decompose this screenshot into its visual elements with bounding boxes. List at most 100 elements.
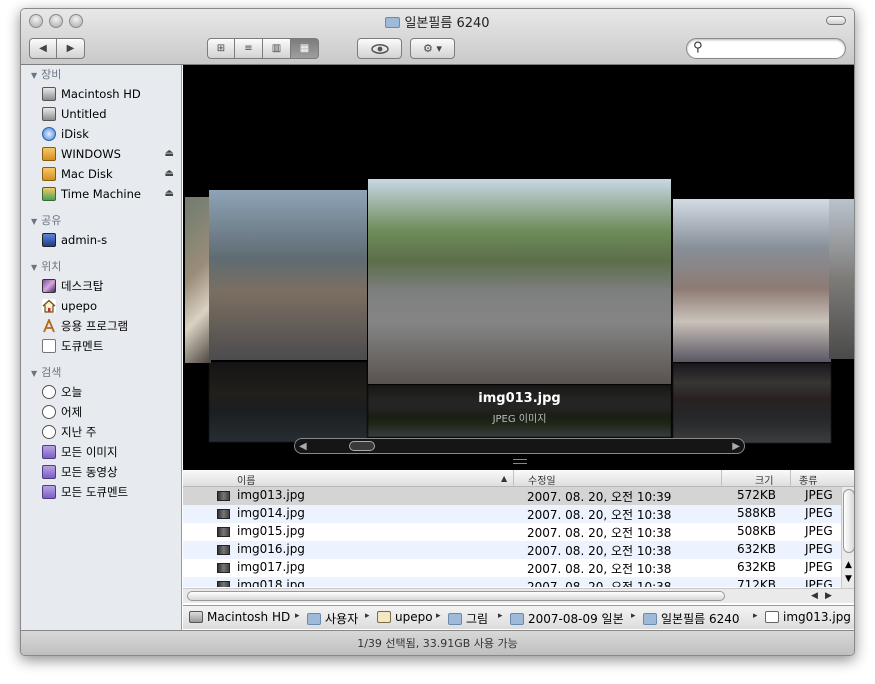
vertical-scrollbar[interactable]: ▲ ▼ <box>841 487 854 600</box>
status-text: 1/39 선택됨, 33.91GB 사용 가능 <box>357 637 518 650</box>
external-drive-icon <box>42 167 56 181</box>
horizontal-scrollbar[interactable]: ◀ ▶ <box>183 588 854 603</box>
disclosure-triangle-icon: ▼ <box>31 217 38 226</box>
sidebar-item-yesterday[interactable]: 어제 <box>21 402 181 422</box>
coverflow-scroll-thumb[interactable] <box>348 441 375 451</box>
folder-icon <box>385 17 401 28</box>
path-item-home[interactable]: upepo <box>377 610 432 624</box>
coverflow-item-right[interactable] <box>673 199 831 362</box>
path-separator-icon: ▸ <box>436 611 441 621</box>
sidebar-item-time-machine[interactable]: Time Machine ⏏ <box>21 184 181 204</box>
sidebar-item-all-movies[interactable]: 모든 동영상 <box>21 462 181 482</box>
column-header-modified[interactable]: 수정일 <box>528 472 556 487</box>
sidebar-item-applications[interactable]: 응용 프로그램 <box>21 316 181 336</box>
gear-icon: ⚙ ▾ <box>423 42 442 55</box>
smart-folder-icon <box>42 445 56 459</box>
back-button[interactable]: ◀ <box>29 38 57 59</box>
status-bar: 1/39 선택됨, 33.91GB 사용 가능 <box>21 630 854 655</box>
eject-icon[interactable]: ⏏ <box>165 144 174 164</box>
clock-icon <box>42 385 56 399</box>
sidebar-item-windows[interactable]: WINDOWS ⏏ <box>21 144 181 164</box>
sidebar-section-shared[interactable]: ▼ 공유 <box>21 212 181 230</box>
path-item-users[interactable]: 사용자 <box>307 610 361 627</box>
table-row[interactable]: img016.jpg 2007. 08. 20, 오전 10:38 632KB JPE… <box>183 541 854 559</box>
pictures-folder-icon <box>448 613 462 625</box>
eject-icon[interactable]: ⏏ <box>165 184 174 204</box>
external-drive-icon <box>42 147 56 161</box>
smart-folder-icon <box>42 485 56 499</box>
coverflow-item-left-far[interactable] <box>185 197 211 363</box>
coverflow-pane[interactable]: img013.jpg JPEG 이미지 ◀ ▶ <box>183 65 854 470</box>
coverflow-view-button[interactable]: ▦ <box>291 38 319 59</box>
table-row[interactable]: img017.jpg 2007. 08. 20, 오전 10:38 632KB JPE… <box>183 559 854 577</box>
column-header-size[interactable]: 크기 <box>755 472 773 487</box>
icon-view-button[interactable]: ⊞ <box>207 38 235 59</box>
path-item-pictures[interactable]: 그림 <box>448 610 494 627</box>
sidebar-item-mac-disk[interactable]: Mac Disk ⏏ <box>21 164 181 184</box>
path-item-date-folder[interactable]: 2007-08-09 일본 <box>510 610 630 627</box>
path-item-film-folder[interactable]: 일본필름 6240 <box>643 610 740 627</box>
smart-folder-icon <box>42 465 56 479</box>
sidebar-item-admin-s[interactable]: admin-s <box>21 230 181 250</box>
horizontal-scroll-thumb[interactable] <box>187 591 725 601</box>
eject-icon[interactable]: ⏏ <box>165 164 174 184</box>
table-row[interactable]: img013.jpg 2007. 08. 20, 오전 10:39 572KB JPE… <box>183 487 854 505</box>
eye-icon <box>370 43 389 54</box>
path-separator-icon: ▸ <box>295 611 300 621</box>
coverflow-item-left[interactable] <box>209 190 367 360</box>
hard-drive-icon <box>42 87 56 101</box>
disclosure-triangle-icon: ▼ <box>31 71 38 80</box>
image-thumbnail-icon <box>217 545 230 555</box>
column-header-kind[interactable]: 종류 <box>799 472 817 487</box>
list-header: 이름 ▲ 수정일 크기 종류 <box>183 470 854 487</box>
sidebar-item-home[interactable]: upepo <box>21 296 181 316</box>
documents-icon <box>42 339 56 353</box>
sidebar-item-last-week[interactable]: 지난 주 <box>21 422 181 442</box>
column-header-name[interactable]: 이름 <box>237 472 255 487</box>
path-separator-icon: ▸ <box>498 611 503 621</box>
search-input[interactable] <box>707 41 837 56</box>
image-thumbnail-icon <box>217 491 230 501</box>
sidebar-item-all-documents[interactable]: 모든 도큐멘트 <box>21 482 181 502</box>
search-field[interactable]: ⚲ <box>686 38 846 59</box>
sidebar-item-today[interactable]: 오늘 <box>21 382 181 402</box>
image-thumbnail-icon <box>217 527 230 537</box>
coverflow-item-right-far[interactable] <box>829 199 854 359</box>
pane-resize-handle[interactable] <box>513 459 527 464</box>
scroll-left-arrow-icon[interactable]: ◀ <box>811 589 818 603</box>
action-menu-button[interactable]: ⚙ ▾ <box>410 38 455 59</box>
column-view-button[interactable]: ▥ <box>263 38 291 59</box>
image-thumbnail-icon <box>217 509 230 519</box>
sidebar-item-untitled[interactable]: Untitled <box>21 104 181 124</box>
sidebar-section-search[interactable]: ▼ 검색 <box>21 364 181 382</box>
document-icon <box>765 611 779 623</box>
sidebar-section-devices[interactable]: ▼ 장비 <box>21 66 181 84</box>
table-row[interactable]: img018.jpg 2007. 08. 20, 오전 10:38 712KB JPE… <box>183 577 854 587</box>
forward-button[interactable]: ▶ <box>57 38 85 59</box>
coverflow-scrollbar[interactable]: ◀ ▶ <box>294 438 745 454</box>
sidebar-item-documents[interactable]: 도큐멘트 <box>21 336 181 356</box>
list-view-button[interactable]: ≡ <box>235 38 263 59</box>
sidebar-item-all-images[interactable]: 모든 이미지 <box>21 442 181 462</box>
quick-look-button[interactable] <box>357 38 402 59</box>
table-row[interactable]: img014.jpg 2007. 08. 20, 오전 10:38 588KB JPE… <box>183 505 854 523</box>
scroll-left-arrow-icon[interactable]: ◀ <box>299 439 307 454</box>
sidebar: ▼ 장비 Macintosh HD Untitled iDisk WINDOWS ⏏… <box>21 65 182 630</box>
hard-drive-icon <box>189 611 203 623</box>
path-item-file[interactable]: img013.jpg <box>765 610 851 624</box>
scroll-right-arrow-icon[interactable]: ▶ <box>732 439 740 454</box>
vertical-scroll-thumb[interactable] <box>843 489 854 553</box>
table-row[interactable]: img015.jpg 2007. 08. 20, 오전 10:38 508KB JPE… <box>183 523 854 541</box>
sidebar-item-macintosh-hd[interactable]: Macintosh HD <box>21 84 181 104</box>
scroll-up-arrow-icon[interactable]: ▲ <box>845 560 852 570</box>
path-item-macintosh-hd[interactable]: Macintosh HD <box>189 610 290 624</box>
toolbar-toggle-button[interactable] <box>826 16 846 25</box>
time-machine-icon <box>42 187 56 201</box>
sidebar-section-places[interactable]: ▼ 위치 <box>21 258 181 276</box>
scroll-right-arrow-icon[interactable]: ▶ <box>825 589 832 603</box>
coverflow-item-selected[interactable] <box>368 179 671 384</box>
scroll-down-arrow-icon[interactable]: ▼ <box>845 574 852 584</box>
sidebar-item-idisk[interactable]: iDisk <box>21 124 181 144</box>
path-separator-icon: ▸ <box>631 611 636 621</box>
sidebar-item-desktop[interactable]: 데스크탑 <box>21 276 181 296</box>
